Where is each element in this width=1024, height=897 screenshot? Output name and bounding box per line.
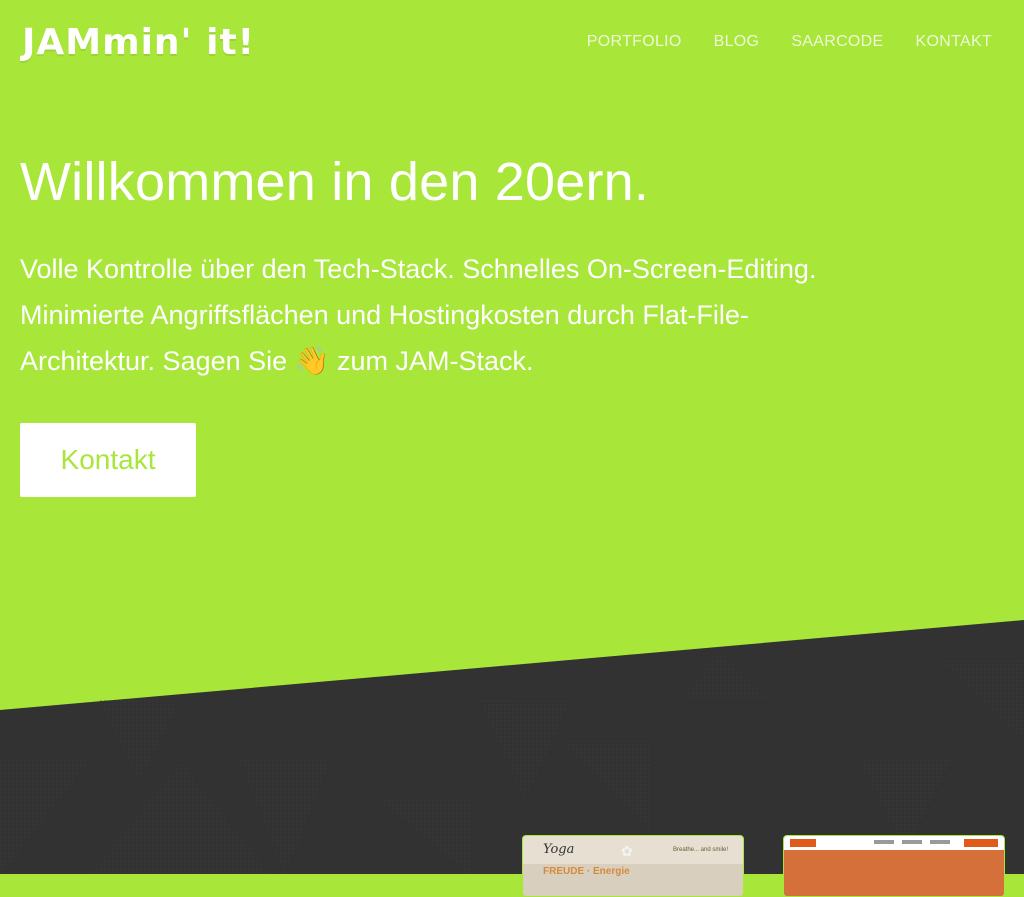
hero-description-part-2: zum JAM-Stack. [329,346,534,376]
site-logo[interactable]: JAMmin' it! [22,22,255,63]
hero-title: Willkommen in den 20ern. [20,152,650,212]
thumbnail-tagline: Breathe... and smile! [673,847,729,853]
thumbnail-site-name: Yoga [543,842,575,857]
hero-description: Volle Kontrolle über den Tech-Stack. Sch… [20,246,820,384]
thumbnail-headline: FREUDE · Energie [543,866,630,877]
lotus-icon: ✿ [621,843,633,859]
thumbnail-cta [964,839,998,847]
nav-kontakt[interactable]: KONTAKT [916,33,992,51]
portfolio-thumbnail-orange[interactable] [783,835,1005,897]
nav-saarcode[interactable]: SAARCODE [791,33,883,51]
kontakt-button[interactable]: Kontakt [20,423,196,497]
thumbnail-nav-link [874,840,894,844]
thumbnail-logo [790,839,816,847]
site-header: JAMmin' it! PORTFOLIO BLOG SAARCODE KONT… [0,0,1024,90]
main-nav: PORTFOLIO BLOG SAARCODE KONTAKT [587,33,992,51]
waving-hand-icon: 👋 [294,344,330,377]
nav-portfolio[interactable]: PORTFOLIO [587,33,682,51]
nav-blog[interactable]: BLOG [714,33,760,51]
thumbnail-nav-link [902,840,922,844]
thumbnail-nav-link [930,840,950,844]
portfolio-thumbnail-yoga[interactable]: Yoga ✿ Breathe... and smile! FREUDE · En… [522,835,744,897]
